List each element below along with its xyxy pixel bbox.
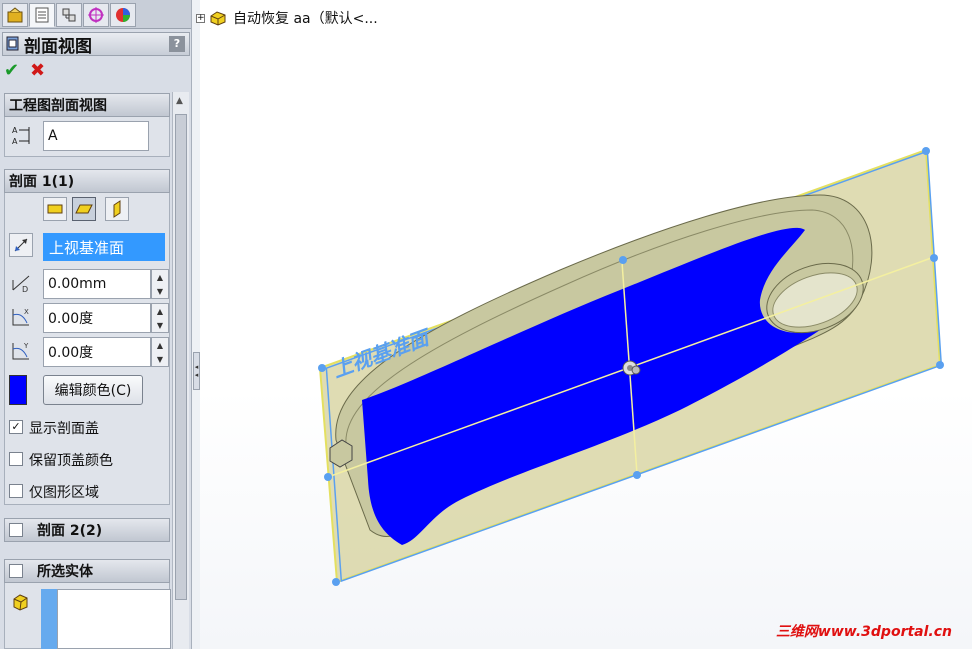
right-plane-button[interactable] [105,197,129,221]
ok-button[interactable]: ✔ [4,60,19,81]
section-view-icon [6,36,19,51]
section-label-icon: AA [9,123,33,147]
site-watermark: 三维网www.3dportal.cn [775,624,952,640]
feature-tree-icon [7,7,23,23]
plane-handle [332,578,340,586]
front-plane-icon [47,204,63,214]
group-section-1[interactable]: 剖面 1(1) [4,169,170,193]
graphics-only-label: 仅图形区域 [29,485,99,501]
distance-icon: D [9,271,33,295]
x-rotation-icon: X [9,305,33,329]
property-manager-title: 剖面视图 [24,36,92,57]
group-selected-bodies[interactable]: 所选实体 [4,559,170,583]
edit-color-button[interactable]: 编辑颜色(C) [43,375,143,405]
tab-property-manager[interactable] [29,3,55,27]
panel-scrollbar[interactable]: ▲ [172,92,189,649]
group-title: 剖面 1(1) [9,174,75,190]
plane-handle [936,361,944,369]
group-section-2[interactable]: 剖面 2(2) [4,518,170,542]
configuration-icon [62,8,76,22]
selected-bodies-list[interactable] [57,589,171,649]
cancel-button[interactable]: ✖ [30,60,45,81]
x-rotation-spinner[interactable]: ▲ ▼ [151,303,169,333]
scrollbar-thumb[interactable] [175,114,187,600]
section-2-checkbox[interactable] [9,523,23,537]
selection-list-marker [41,589,57,649]
part-icon [210,11,226,26]
plane-handle [930,254,938,262]
reference-plane-field[interactable]: 上视基准面 [43,233,165,261]
plane-handle [619,256,627,264]
tab-configuration-manager[interactable] [56,3,82,27]
graphics-only-checkbox[interactable] [9,484,23,498]
section-label-input[interactable]: A [43,121,149,151]
top-plane-button[interactable] [72,197,96,221]
tab-feature-manager[interactable] [2,3,28,27]
group-selected-bodies-body [4,583,171,649]
distance-input[interactable]: 0.00mm [43,269,151,299]
expand-toggle[interactable]: + [196,13,205,23]
display-manager-icon [116,8,130,22]
svg-text:D: D [22,285,28,294]
help-button[interactable]: ? [169,36,185,52]
property-manager-icon [35,7,49,23]
front-plane-button[interactable] [43,197,67,221]
y-rotation-icon: Y [9,339,33,363]
reverse-direction-icon [14,238,28,252]
right-plane-icon [113,200,121,218]
show-cap-checkbox[interactable]: ✓ [9,420,23,434]
reverse-direction-button[interactable] [9,233,33,257]
keep-top-color-label: 保留顶盖颜色 [29,453,113,469]
tab-dimxpert-manager[interactable] [83,3,109,27]
group-title: 所选实体 [37,564,93,580]
group-title: 工程图剖面视图 [9,98,107,114]
tab-display-manager[interactable] [110,3,136,27]
feature-tree-node[interactable]: + 自动恢复 aa（默认<... [196,8,378,28]
group-title: 剖面 2(2) [37,523,103,539]
plane-handle [318,364,326,372]
svg-text:Y: Y [23,342,29,350]
show-cap-label: 显示剖面盖 [29,421,99,437]
svg-text:A: A [12,126,18,135]
y-rotation-input[interactable]: 0.00度 [43,337,151,367]
x-rotation-input[interactable]: 0.00度 [43,303,151,333]
plane-handle [324,473,332,481]
panel-splitter[interactable] [192,0,200,649]
property-manager-panel: 剖面视图 ? ✔ ✖ 工程图剖面视图 AA A 剖面 1(1) 上视基准面 D [0,0,192,649]
group-section-1-body: 上视基准面 D 0.00mm ▲ ▼ X 0.00度 ▲ ▼ Y 0.00度 ▲ ▼ … [4,193,170,505]
keep-top-color-checkbox[interactable] [9,452,23,466]
dimxpert-icon [88,7,104,23]
plane-handle [922,147,930,155]
solid-body-icon [9,591,31,613]
group-drawing-section-view[interactable]: 工程图剖面视图 [4,93,170,117]
part-name-label: 自动恢复 aa（默认<... [233,11,378,27]
group-drawing-section-body: AA A [4,117,170,157]
model-view [318,147,944,586]
property-manager-header: 剖面视图 ? [2,32,190,57]
svg-text:A: A [12,137,18,146]
top-plane-icon [75,204,93,214]
graphics-viewport[interactable]: 上视基准面 [200,0,972,649]
manager-tab-bar [0,0,191,29]
y-rotation-spinner[interactable]: ▲ ▼ [151,337,169,367]
distance-spinner[interactable]: ▲ ▼ [151,269,169,299]
plane-handle [633,471,641,479]
svg-text:X: X [24,308,29,316]
selected-bodies-checkbox[interactable] [9,564,23,578]
collapse-panel-handle[interactable]: ◂ ◂ [193,352,200,390]
scroll-up-arrow[interactable]: ▲ [176,96,183,106]
section-color-swatch [9,375,27,405]
